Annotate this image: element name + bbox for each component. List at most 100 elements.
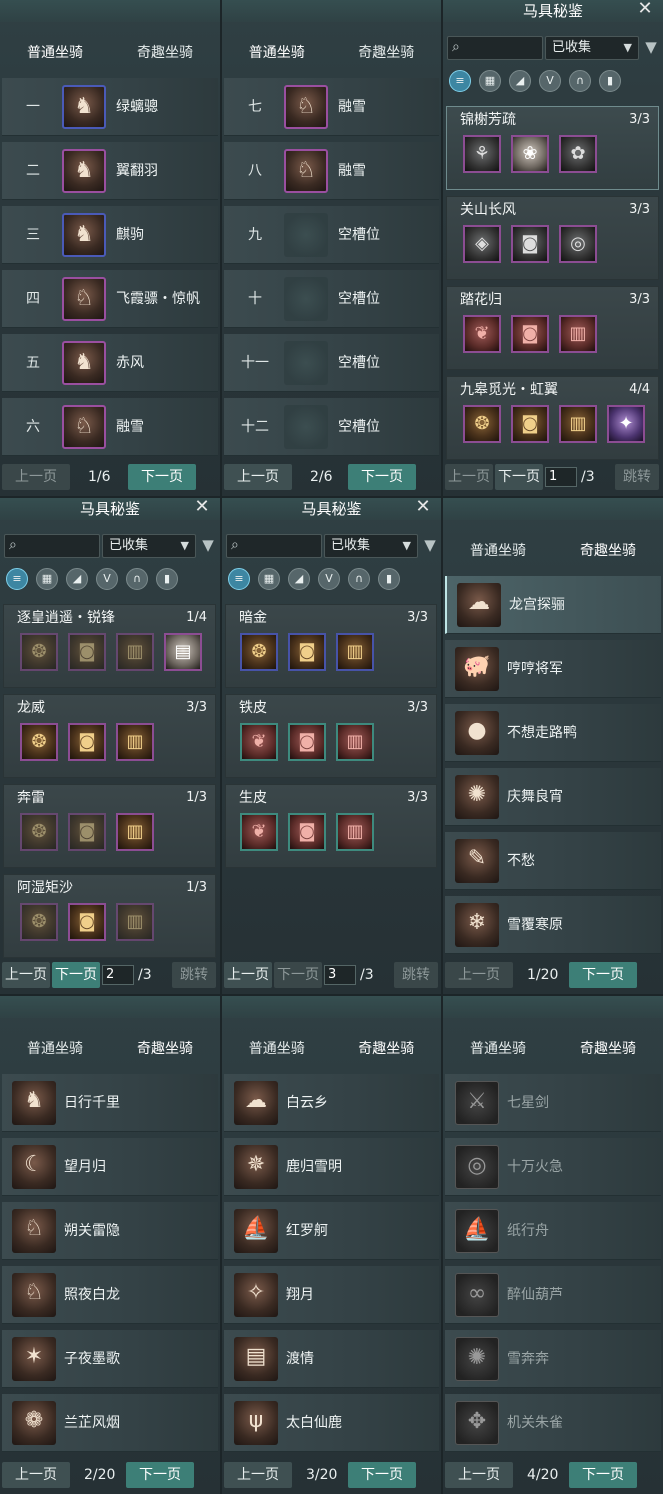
fun-mount-row[interactable]: ☁ 龙宫探骊 [445,576,661,634]
next-page-button[interactable]: 下一页 [569,1462,637,1488]
harness-piece-icon[interactable]: ⚘ [463,135,501,173]
fun-mount-row[interactable]: ✺ 庆舞良宵 [445,768,661,826]
horseshoe-icon[interactable]: ∩ [569,70,591,92]
tab-fun-mounts[interactable]: 奇趣坐骑 [110,1034,220,1064]
mount-slot-row[interactable]: 三 ♞ 麒驹 [2,206,218,264]
fun-mount-row[interactable]: ⛵ 纸行舟 [445,1202,661,1260]
harness-piece-icon[interactable]: ◙ [511,315,549,353]
fun-mount-row[interactable]: ✵ 鹿归雪明 [224,1138,439,1196]
jump-button[interactable]: 跳转 [394,962,438,988]
tab-fun-mounts[interactable]: 奇趣坐骑 [110,38,220,68]
bridle-icon[interactable]: V [318,568,340,590]
grid-icon[interactable]: ▦ [258,568,280,590]
grid-icon[interactable]: ▦ [479,70,501,92]
tab-normal-mounts[interactable]: 普通坐骑 [222,1034,332,1064]
fun-mount-row[interactable]: 🐖 哼哼将军 [445,640,661,698]
harness-piece-icon[interactable]: ✿ [559,135,597,173]
prev-page-button[interactable]: 上一页 [224,962,272,988]
harness-set-card[interactable]: 奔雷 1/3 ❂ ◙ ▥ [3,784,216,868]
close-icon[interactable]: ✕ [413,498,433,518]
tab-fun-mounts[interactable]: 奇趣坐骑 [332,38,442,68]
prev-page-button[interactable]: 上一页 [445,1462,513,1488]
harness-piece-icon[interactable]: ❂ [20,723,58,761]
mount-slot-row[interactable]: 八 ♘ 融雪 [224,142,439,200]
fun-mount-row[interactable]: ψ 太白仙鹿 [224,1394,439,1452]
prev-page-button[interactable]: 上一页 [2,464,70,490]
harness-piece-icon[interactable]: ❀ [511,135,549,173]
harness-piece-icon[interactable]: ❦ [463,315,501,353]
harness-set-card[interactable]: 生皮 3/3 ❦ ◙ ▥ [225,784,437,868]
funnel-icon[interactable]: ▼ [422,536,438,554]
search-input[interactable]: ⌕ [226,534,322,558]
tab-normal-mounts[interactable]: 普通坐骑 [222,38,332,68]
list-icon[interactable]: ≡ [449,70,471,92]
fun-mount-row[interactable]: ✶ 子夜墨歌 [2,1330,218,1388]
fun-mount-row[interactable]: ✧ 翔月 [224,1266,439,1324]
fun-mount-row[interactable]: ☾ 望月归 [2,1138,218,1196]
prev-page-button[interactable]: 上一页 [224,464,292,490]
harness-piece-icon[interactable]: ▥ [336,723,374,761]
search-input[interactable]: ⌕ [447,36,543,60]
harness-piece-icon[interactable]: ◙ [288,723,326,761]
jump-button[interactable]: 跳转 [172,962,216,988]
harness-piece-icon[interactable]: ❂ [20,633,58,671]
harness-piece-icon[interactable]: ◈ [463,225,501,263]
list-icon[interactable]: ≡ [228,568,250,590]
harness-piece-icon[interactable]: ▥ [336,813,374,851]
fun-mount-row[interactable]: ✎ 不愁 [445,832,661,890]
mount-slot-row[interactable]: 十一 空槽位 [224,334,439,392]
harness-piece-icon[interactable]: ◙ [288,633,326,671]
close-icon[interactable]: ✕ [192,498,212,518]
harness-piece-icon[interactable]: ◙ [68,903,106,941]
tab-normal-mounts[interactable]: 普通坐骑 [443,536,553,566]
saddle-icon[interactable]: ◢ [66,568,88,590]
harness-set-card[interactable]: 锦榭芳疏 3/3 ⚘ ❀ ✿ [446,106,659,190]
armor-icon[interactable]: ▮ [156,568,178,590]
harness-set-card[interactable]: 铁皮 3/3 ❦ ◙ ▥ [225,694,437,778]
harness-set-card[interactable]: 暗金 3/3 ❂ ◙ ▥ [225,604,437,688]
fun-mount-row[interactable]: ● 不想走路鸭 [445,704,661,762]
harness-piece-icon[interactable]: ▥ [116,903,154,941]
harness-piece-icon[interactable]: ▤ [164,633,202,671]
bridle-icon[interactable]: V [96,568,118,590]
page-number-input[interactable]: 1 [545,467,577,487]
mount-slot-row[interactable]: 四 ♘ 飞霞骠・惊帆 [2,270,218,328]
next-page-button[interactable]: 下一页 [52,962,100,988]
harness-set-card[interactable]: 逐皇逍遥・锐锋 1/4 ❂ ◙ ▥ ▤ [3,604,216,688]
bridle-icon[interactable]: V [539,70,561,92]
next-page-button[interactable]: 下一页 [126,1462,194,1488]
harness-piece-icon[interactable]: ◎ [559,225,597,263]
fun-mount-row[interactable]: ❁ 兰芷风烟 [2,1394,218,1452]
harness-piece-icon[interactable]: ▥ [559,315,597,353]
harness-set-card[interactable]: 龙威 3/3 ❂ ◙ ▥ [3,694,216,778]
prev-page-button[interactable]: 上一页 [445,464,493,490]
harness-piece-icon[interactable]: ◙ [511,225,549,263]
harness-set-card[interactable]: 九皋觅光・虹翼 4/4 ❂ ◙ ▥ ✦ [446,376,659,460]
harness-piece-icon[interactable]: ▥ [116,813,154,851]
mount-slot-row[interactable]: 六 ♘ 融雪 [2,398,218,456]
fun-mount-row[interactable]: ⛵ 红罗舸 [224,1202,439,1260]
fun-mount-row[interactable]: ❄ 雪覆寒原 [445,896,661,954]
harness-piece-icon[interactable]: ❦ [240,813,278,851]
harness-piece-icon[interactable]: ◙ [511,405,549,443]
harness-piece-icon[interactable]: ▥ [559,405,597,443]
harness-set-card[interactable]: 关山长风 3/3 ◈ ◙ ◎ [446,196,659,280]
harness-piece-icon[interactable]: ❂ [240,633,278,671]
fun-mount-row[interactable]: ✥ 机关朱雀 [445,1394,661,1452]
page-number-input[interactable]: 2 [102,965,134,985]
prev-page-button[interactable]: 上一页 [2,962,50,988]
grid-icon[interactable]: ▦ [36,568,58,590]
close-icon[interactable]: ✕ [635,0,655,20]
harness-piece-icon[interactable]: ✦ [607,405,645,443]
mount-slot-row[interactable]: 十二 空槽位 [224,398,439,456]
tab-normal-mounts[interactable]: 普通坐骑 [0,38,110,68]
prev-page-button[interactable]: 上一页 [445,962,513,988]
harness-piece-icon[interactable]: ❂ [20,813,58,851]
horseshoe-icon[interactable]: ∩ [348,568,370,590]
tab-normal-mounts[interactable]: 普通坐骑 [443,1034,553,1064]
harness-piece-icon[interactable]: ◙ [68,633,106,671]
harness-piece-icon[interactable]: ❦ [240,723,278,761]
armor-icon[interactable]: ▮ [378,568,400,590]
next-page-button[interactable]: 下一页 [495,464,543,490]
harness-piece-icon[interactable]: ❂ [20,903,58,941]
